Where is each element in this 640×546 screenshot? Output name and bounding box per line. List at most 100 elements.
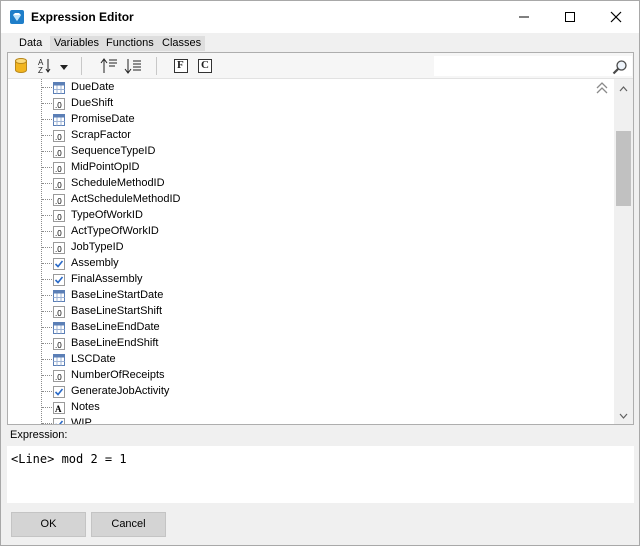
- date-field-icon: [53, 82, 65, 94]
- svg-text:.0: .0: [55, 213, 62, 222]
- tree-item-label: GenerateJobActivity: [71, 385, 170, 397]
- tree-item[interactable]: .0 NumberOfReceipts: [8, 368, 613, 384]
- tree-connector: [42, 119, 52, 120]
- date-field-icon: [53, 354, 65, 366]
- boolean-field-icon: [53, 418, 65, 424]
- tree-item[interactable]: FinalAssembly: [8, 272, 613, 288]
- tree-item[interactable]: .0 BaseLineStartShift: [8, 304, 613, 320]
- svg-text:A: A: [55, 404, 62, 414]
- scroll-down-icon[interactable]: [619, 410, 628, 422]
- tree-item-label: ScrapFactor: [71, 129, 131, 141]
- tree-item[interactable]: .0 DueShift: [8, 96, 613, 112]
- tree-connector: [42, 215, 52, 216]
- tree-item[interactable]: .0 ActTypeOfWorkID: [8, 224, 613, 240]
- title-bar[interactable]: Expression Editor: [1, 1, 639, 33]
- number-field-icon: .0: [53, 242, 65, 254]
- tree-item-label: JobTypeID: [71, 241, 124, 253]
- tree-item[interactable]: GenerateJobActivity: [8, 384, 613, 400]
- tree-item-label: DueShift: [71, 97, 114, 109]
- toolbar: A Z F C: [8, 53, 633, 79]
- svg-text:.0: .0: [55, 181, 62, 190]
- number-field-icon: .0: [53, 338, 65, 350]
- tree-item-label: WIP: [71, 417, 92, 424]
- tree-connector: [42, 103, 52, 104]
- tree-connector: [42, 375, 52, 376]
- close-button[interactable]: [593, 1, 639, 33]
- tree-item[interactable]: WIP: [8, 416, 613, 424]
- svg-text:.0: .0: [55, 165, 62, 174]
- tree-item-label: Notes: [71, 401, 100, 413]
- tree-connector: [42, 151, 52, 152]
- date-field-icon: [53, 114, 65, 126]
- number-field-icon: .0: [53, 146, 65, 158]
- tab-variables[interactable]: Variables: [50, 36, 104, 51]
- date-field-icon: [53, 322, 65, 334]
- svg-text:.0: .0: [55, 373, 62, 382]
- scroll-thumb[interactable]: [616, 131, 631, 206]
- tab-data[interactable]: Data: [15, 36, 47, 51]
- tree-item[interactable]: DueDate: [8, 80, 613, 96]
- boolean-field-icon: [53, 274, 65, 286]
- tree-item[interactable]: .0 BaseLineEndShift: [8, 336, 613, 352]
- sort-az-icon[interactable]: A Z: [38, 57, 72, 75]
- tab-functions[interactable]: Functions: [102, 36, 158, 51]
- tree-item[interactable]: A Notes: [8, 400, 613, 416]
- tree-item[interactable]: .0 ScheduleMethodID: [8, 176, 613, 192]
- tree-item[interactable]: BaseLineStartDate: [8, 288, 613, 304]
- tree-item-label: ActTypeOfWorkID: [71, 225, 159, 237]
- tab-classes[interactable]: Classes: [158, 36, 206, 51]
- field-tree[interactable]: DueDate .0 DueShift PromiseDate .0 ScrapFacto…: [8, 79, 613, 424]
- search-icon[interactable]: [612, 59, 628, 78]
- tree-item[interactable]: .0 ActScheduleMethodID: [8, 192, 613, 208]
- classes-button[interactable]: C: [198, 59, 212, 77]
- tree-item-label: DueDate: [71, 81, 115, 93]
- tree-item-label: PromiseDate: [71, 113, 135, 125]
- database-icon[interactable]: [14, 57, 28, 75]
- tree-connector: [42, 423, 52, 424]
- maximize-button[interactable]: [547, 1, 593, 33]
- tree-connector: [42, 135, 52, 136]
- tree-item[interactable]: BaseLineEndDate: [8, 320, 613, 336]
- toolbar-separator: [81, 57, 82, 75]
- number-field-icon: .0: [53, 306, 65, 318]
- tree-connector: [42, 87, 52, 88]
- tree-item[interactable]: .0 TypeOfWorkID: [8, 208, 613, 224]
- collapse-up-icon[interactable]: [595, 82, 609, 97]
- tree-scrollbar[interactable]: [614, 79, 633, 424]
- cancel-button[interactable]: Cancel: [91, 512, 166, 537]
- move-top-icon[interactable]: [100, 57, 118, 75]
- close-icon: [610, 11, 622, 23]
- tree-item[interactable]: .0 SequenceTypeID: [8, 144, 613, 160]
- tree-connector: [42, 279, 52, 280]
- number-field-icon: .0: [53, 210, 65, 222]
- number-field-icon: .0: [53, 370, 65, 382]
- tree-item[interactable]: Assembly: [8, 256, 613, 272]
- tree-item[interactable]: .0 JobTypeID: [8, 240, 613, 256]
- tree-connector: [42, 327, 52, 328]
- fields-button[interactable]: F: [174, 59, 188, 77]
- move-bottom-icon[interactable]: [124, 57, 142, 75]
- boolean-field-icon: [53, 258, 65, 270]
- tree-item[interactable]: PromiseDate: [8, 112, 613, 128]
- ok-button[interactable]: OK: [11, 512, 86, 537]
- expression-input[interactable]: <Line> mod 2 = 1: [7, 446, 634, 503]
- diamond-app-icon: [9, 9, 25, 25]
- minimize-button[interactable]: [501, 1, 547, 33]
- tree-item[interactable]: .0 MidPointOpID: [8, 160, 613, 176]
- number-field-icon: .0: [53, 178, 65, 190]
- svg-text:.0: .0: [55, 197, 62, 206]
- maximize-icon: [565, 12, 575, 22]
- tree-item-label: LSCDate: [71, 353, 116, 365]
- tree-connector: [42, 183, 52, 184]
- tree-item-label: MidPointOpID: [71, 161, 140, 173]
- tree-item[interactable]: .0 ScrapFactor: [8, 128, 613, 144]
- scroll-up-icon[interactable]: [619, 83, 628, 95]
- svg-text:.0: .0: [55, 133, 62, 142]
- tree-item-label: SequenceTypeID: [71, 145, 156, 157]
- tree-item[interactable]: LSCDate: [8, 352, 613, 368]
- tree-connector: [42, 167, 52, 168]
- tree-item-label: BaseLineStartShift: [71, 305, 163, 317]
- svg-text:.0: .0: [55, 309, 62, 318]
- search-input[interactable]: [434, 56, 632, 76]
- text-field-icon: A: [53, 402, 65, 414]
